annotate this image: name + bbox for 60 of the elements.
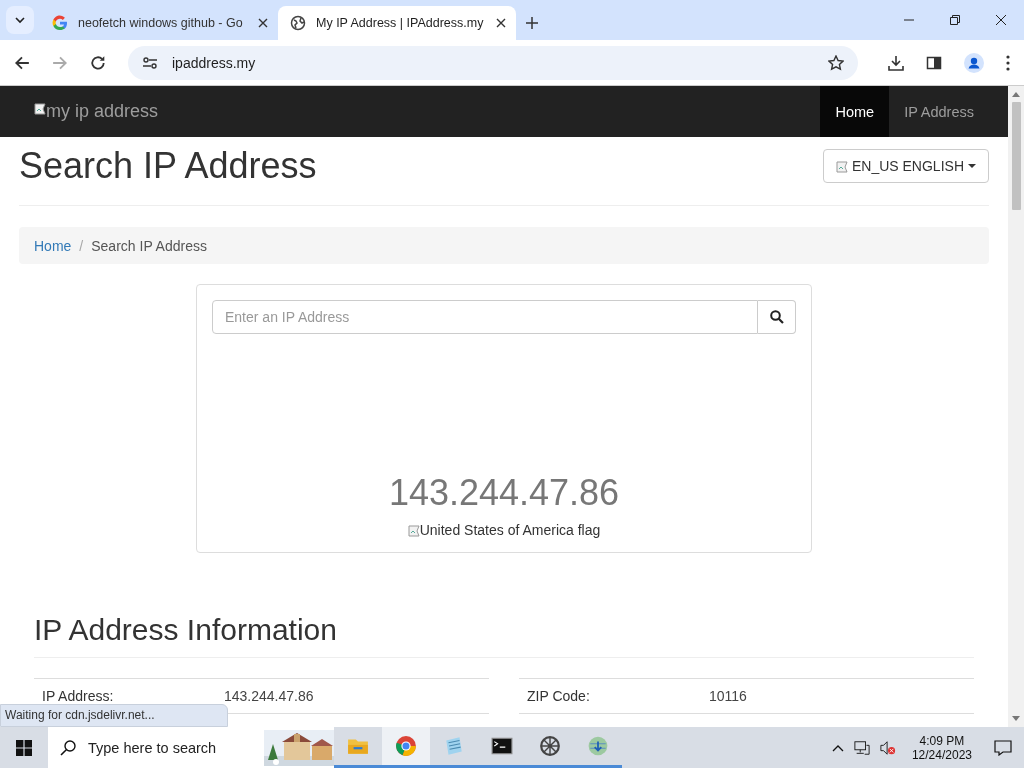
side-panel-icon[interactable] [926,54,942,71]
close-icon[interactable] [258,18,268,28]
tab-title: neofetch windows github - Go [78,16,244,30]
profile-avatar-icon[interactable] [964,52,984,73]
page-title: Search IP Address [19,147,317,185]
windows-logo-icon [16,739,32,756]
scroll-down-icon[interactable] [1012,716,1020,722]
notepad-icon [443,735,465,757]
nav-link[interactable]: Home [820,86,890,137]
info-label: ZIP Code: [527,688,591,704]
site-settings-icon[interactable] [142,54,158,71]
download-icon[interactable] [888,54,904,71]
caret-icon [15,15,25,25]
broken-image-icon [835,161,848,173]
breadcrumb-separator: / [79,237,84,254]
more-menu-icon[interactable] [1006,54,1010,71]
globe-icon [290,15,306,31]
caret-icon [968,163,976,169]
language-button[interactable]: EN_US ENGLISH [822,149,989,183]
volume-muted-icon[interactable] [879,739,896,756]
wheel-icon [539,735,561,757]
scroll-thumb[interactable] [1011,102,1021,210]
close-icon[interactable] [996,15,1006,25]
terminal-icon [491,735,513,757]
globe-icon [587,735,609,757]
ip-search-field[interactable]: Enter an IP Address [212,300,758,334]
browser-tab[interactable]: neofetch windows github - Go [40,6,278,40]
nav-link[interactable]: IP Address [889,86,989,137]
tab-title: My IP Address | IPAddress.my [316,16,485,30]
scroll-up-icon[interactable] [1012,91,1020,97]
status-bubble: Waiting for cdn.jsdelivr.net... [0,704,228,727]
search-icon [769,310,784,324]
scrollbar[interactable] [1008,86,1024,727]
restore-icon[interactable] [950,15,960,25]
close-icon[interactable] [496,18,506,28]
broken-image-icon [34,103,46,115]
search-button[interactable] [758,300,796,334]
google-icon [52,15,68,31]
clock[interactable]: 4:09 PM 12/24/2023 [911,733,972,762]
reload-icon[interactable] [90,54,106,71]
plus-icon[interactable] [526,17,538,29]
breadcrumb-current: Search IP Address [91,237,207,254]
chrome-icon [395,735,417,757]
info-label: IP Address: [42,688,115,704]
back-icon[interactable] [14,54,30,71]
breadcrumb-link[interactable]: Home [34,237,72,254]
section-title: IP Address Information [34,613,974,658]
star-icon[interactable] [828,54,844,71]
broken-image-icon [407,525,420,537]
flag-image: United States of America flag [407,522,601,538]
network-icon[interactable] [853,739,870,756]
ip-address-text: 143.244.47.86 [388,472,620,514]
info-value: 143.244.47.86 [224,688,314,704]
address-bar[interactable]: ipaddress.my [128,45,858,80]
browser-tab[interactable]: My IP Address | IPAddress.my [278,6,516,40]
tab-search-button[interactable] [6,6,34,34]
notifications-icon[interactable] [994,739,1012,756]
taskbar-search-field[interactable]: Type here to search [48,727,334,768]
search-icon [60,739,76,756]
info-value: 10116 [709,688,747,704]
